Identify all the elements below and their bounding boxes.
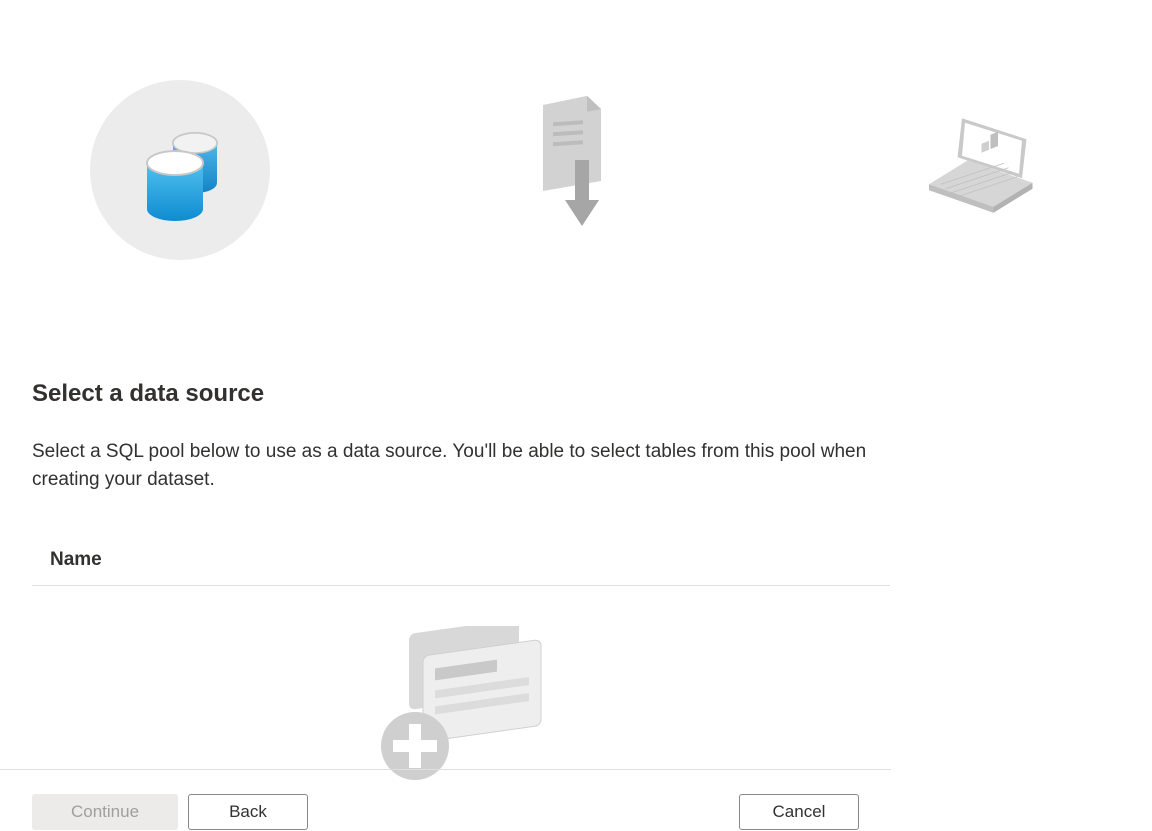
cancel-button[interactable]: Cancel — [739, 794, 859, 830]
file-download-icon — [520, 110, 640, 230]
wizard-footer: Continue Back Cancel — [0, 769, 891, 831]
section-description: Select a SQL pool below to use as a data… — [32, 438, 882, 493]
back-button[interactable]: Back — [188, 794, 308, 830]
step-download[interactable] — [490, 80, 670, 260]
empty-state — [32, 586, 890, 791]
step-report[interactable] — [890, 80, 1070, 260]
table-header-name: Name — [32, 543, 890, 586]
section-title: Select a data source — [32, 380, 1120, 408]
step-select-source[interactable] — [90, 80, 270, 260]
wizard-page: Select a data source Select a SQL pool b… — [0, 0, 1152, 831]
main-content: Select a data source Select a SQL pool b… — [0, 0, 1152, 791]
create-new-icon — [371, 626, 551, 791]
laptop-report-icon — [920, 110, 1040, 230]
continue-button: Continue — [32, 794, 178, 830]
database-stack-icon — [120, 110, 240, 230]
wizard-step-icons — [32, 0, 1120, 260]
